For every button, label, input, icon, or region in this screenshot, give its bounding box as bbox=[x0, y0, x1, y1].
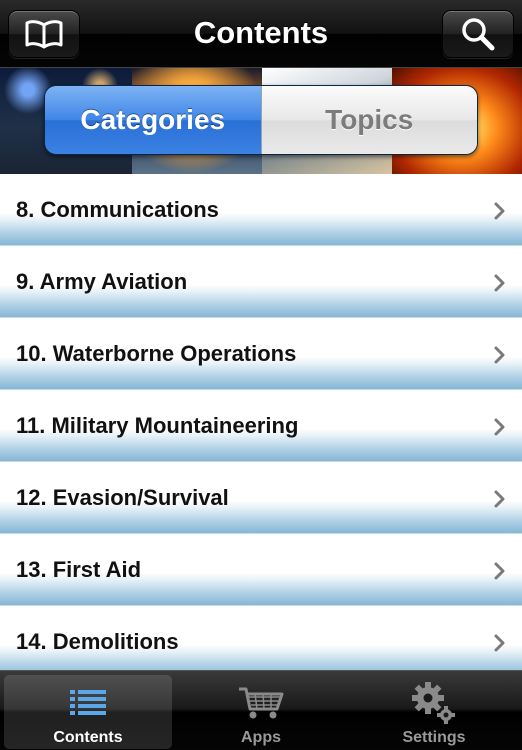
bookmarks-button[interactable] bbox=[8, 10, 80, 58]
chevron-right-icon bbox=[494, 274, 505, 292]
page-title: Contents bbox=[193, 15, 329, 50]
list-item[interactable]: 12. Evasion/Survival bbox=[0, 462, 522, 534]
tab-apps[interactable]: Apps bbox=[177, 675, 345, 749]
list-item-label: 8. Communications bbox=[16, 197, 219, 222]
list-item[interactable]: 13. First Aid bbox=[0, 534, 522, 606]
list-item[interactable]: 8. Communications bbox=[0, 174, 522, 246]
list-item[interactable]: 10. Waterborne Operations bbox=[0, 318, 522, 390]
tab-apps-label: Apps bbox=[241, 729, 281, 746]
tab-contents-label: Contents bbox=[53, 729, 123, 746]
navigation-bar: Contents bbox=[0, 0, 522, 68]
search-button[interactable] bbox=[442, 10, 514, 58]
tab-bar: Contents Apps Settings bbox=[0, 670, 522, 750]
list-item-label: 11. Military Mountaineering bbox=[16, 413, 299, 438]
list-item[interactable]: 14. Demolitions bbox=[0, 606, 522, 670]
chevron-right-icon bbox=[494, 418, 505, 436]
list-item-label: 10. Waterborne Operations bbox=[16, 341, 297, 366]
list-item-label: 13. First Aid bbox=[16, 557, 142, 582]
list-item-label: 12. Evasion/Survival bbox=[16, 485, 229, 510]
chevron-right-icon bbox=[494, 634, 505, 652]
list-item[interactable]: 11. Military Mountaineering bbox=[0, 390, 522, 462]
search-icon bbox=[462, 18, 495, 51]
view-segmented-control: Categories Topics bbox=[44, 85, 478, 155]
cart-icon bbox=[239, 687, 284, 719]
list-item-label: 14. Demolitions bbox=[16, 629, 179, 654]
list-icon bbox=[70, 690, 106, 715]
segment-categories[interactable]: Categories bbox=[45, 86, 261, 154]
tab-contents[interactable]: Contents bbox=[4, 675, 172, 749]
segment-topics[interactable]: Topics bbox=[260, 86, 477, 154]
category-list: 8. Communications 9. Army Aviation 10. W… bbox=[0, 174, 522, 670]
gears-icon bbox=[412, 682, 455, 724]
list-item-label: 9. Army Aviation bbox=[16, 269, 188, 294]
chevron-right-icon bbox=[494, 562, 505, 580]
tab-settings-label: Settings bbox=[402, 729, 466, 746]
chevron-right-icon bbox=[494, 202, 505, 220]
chevron-right-icon bbox=[494, 346, 505, 364]
chevron-right-icon bbox=[494, 490, 505, 508]
tab-settings[interactable]: Settings bbox=[350, 675, 518, 749]
book-icon bbox=[25, 20, 63, 49]
list-item[interactable]: 9. Army Aviation bbox=[0, 246, 522, 318]
